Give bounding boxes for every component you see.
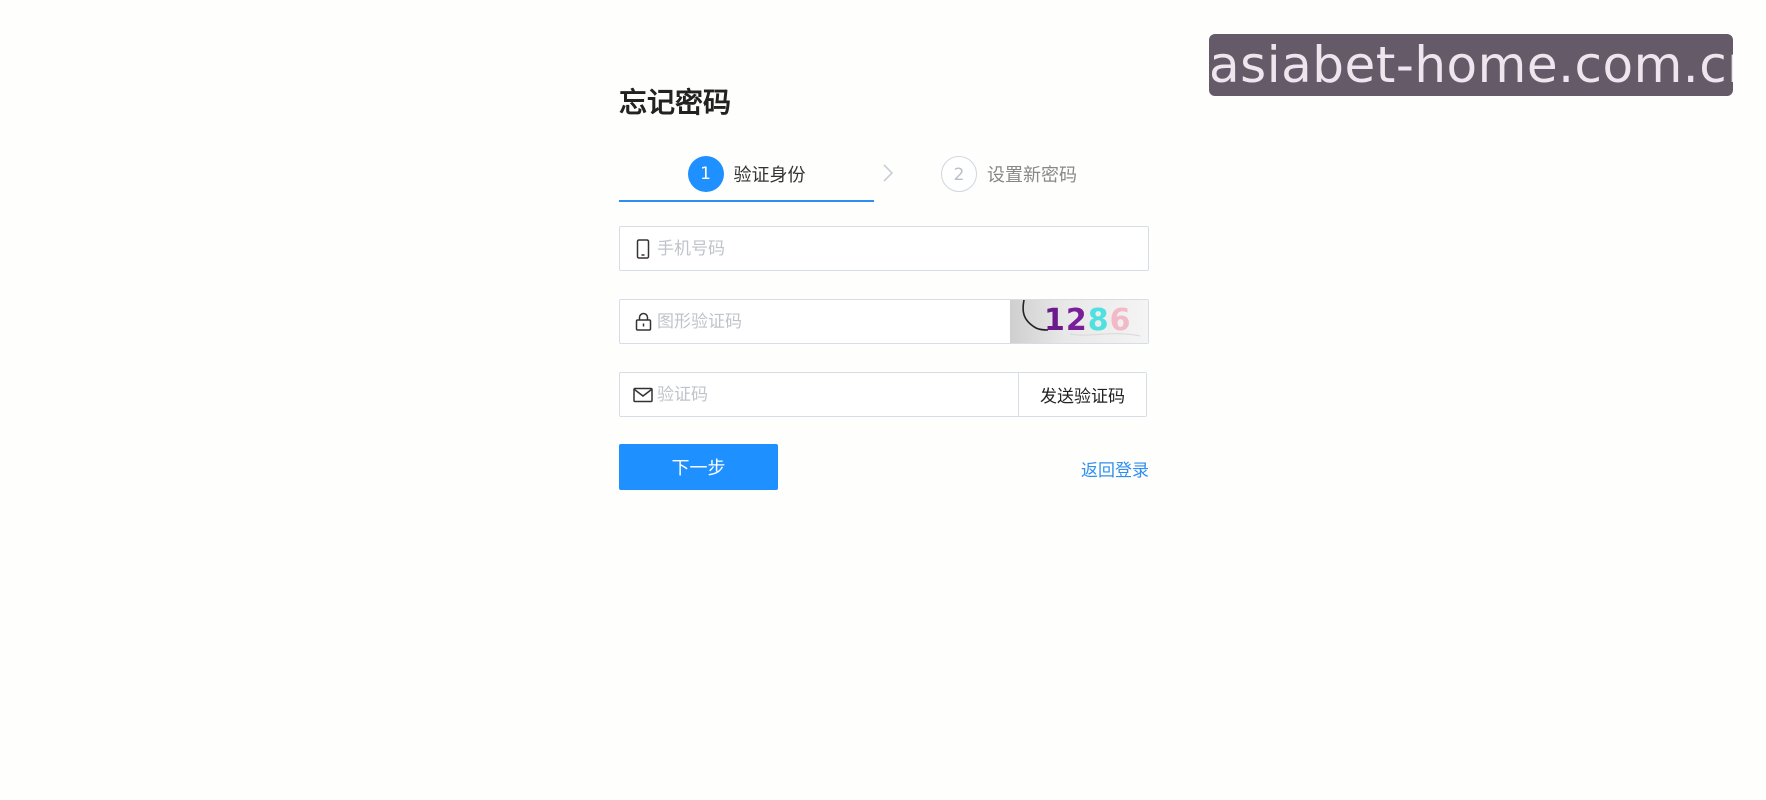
- step-verify-identity: 1 验证身份: [619, 148, 874, 202]
- back-to-login-link[interactable]: 返回登录: [1081, 456, 1149, 481]
- lock-icon: [633, 312, 653, 332]
- step-set-new-password: 2 设置新密码: [941, 148, 1149, 200]
- step-number-2: 2: [941, 156, 977, 192]
- forgot-password-page: asiabet-home.com.cn 忘记密码 1 验证身份 2 设置新密码: [0, 0, 1766, 800]
- captcha-field: 1286: [619, 299, 1149, 344]
- watermark-banner: asiabet-home.com.cn: [1209, 34, 1733, 96]
- captcha-image[interactable]: 1286: [1010, 300, 1148, 343]
- verification-code-field: 发送验证码: [619, 372, 1147, 417]
- step-number-1: 1: [687, 156, 724, 192]
- step-label-1: 验证身份: [733, 165, 806, 186]
- mail-icon: [633, 385, 653, 405]
- forgot-password-panel: 忘记密码 1 验证身份 2 设置新密码 手机号码 图形验证码 1286 验证码 …: [619, 80, 1149, 490]
- captcha-code: 1286: [1044, 303, 1132, 338]
- phone-input[interactable]: [657, 228, 1148, 269]
- step-indicator: 1 验证身份 2 设置新密码: [619, 148, 1149, 202]
- page-title: 忘记密码: [619, 86, 732, 119]
- next-step-button[interactable]: 下一步: [619, 444, 778, 490]
- phone-icon: [633, 238, 653, 259]
- send-code-button[interactable]: 发送验证码: [1018, 373, 1146, 416]
- chevron-right-icon: [883, 164, 894, 182]
- form-actions: 下一步 返回登录: [619, 444, 1149, 490]
- step-label-2: 设置新密码: [987, 165, 1077, 186]
- phone-field: [619, 226, 1149, 271]
